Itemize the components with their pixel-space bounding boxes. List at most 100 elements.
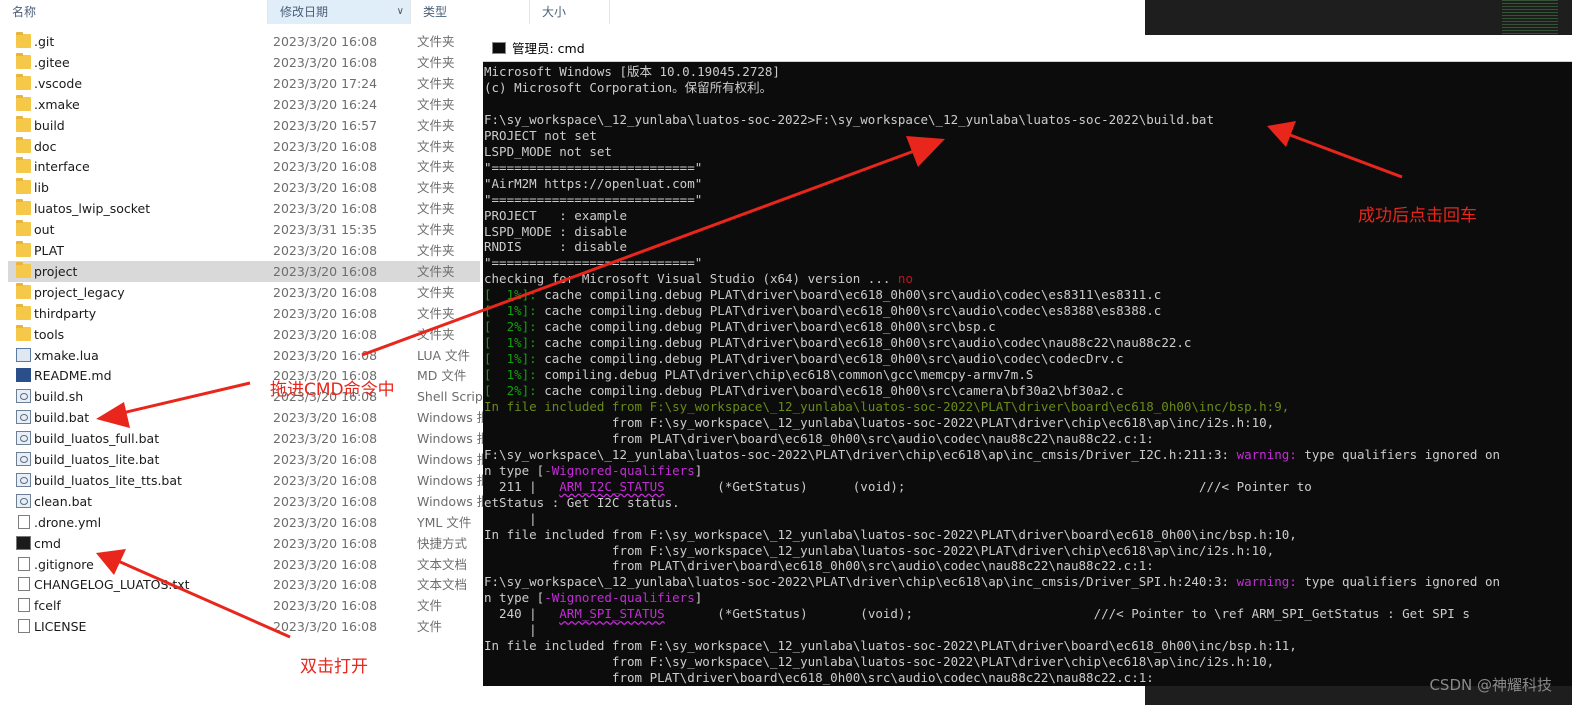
file-icon (18, 514, 30, 529)
console-line: checking for Microsoft Visual Studio (x6… (484, 271, 913, 287)
file-date: 2023/3/20 16:08 (273, 326, 378, 342)
file-row[interactable]: cmd 2023/3/20 16:08 快捷方式 (8, 533, 480, 554)
file-row[interactable]: luatos_lwip_socket 2023/3/20 16:08 文件夹 (8, 198, 480, 219)
file-date: 2023/3/20 16:08 (273, 347, 378, 363)
console-segment: F:\sy_workspace\_12_yunlaba\luatos-soc-2… (484, 446, 1237, 462)
file-name: .xmake (34, 96, 80, 112)
file-name: interface (34, 159, 90, 175)
file-type: 文件夹 (417, 284, 455, 300)
cmd-titlebar[interactable]: 管理员: cmd (483, 35, 1572, 62)
file-name: doc (34, 138, 57, 154)
console-segment: RNDIS : disable (484, 239, 627, 255)
file-row[interactable]: interface 2023/3/20 16:08 文件夹 (8, 156, 480, 177)
console-line: [ 1%]: compiling.debug PLAT\driver\chip\… (484, 367, 1033, 383)
console-line: In file included from F:\sy_workspace\_1… (484, 638, 1297, 654)
file-row[interactable]: clean.bat 2023/3/20 16:08 Windows 批 (8, 491, 489, 512)
folder-icon (16, 94, 31, 111)
console-line: PROJECT : example (484, 208, 627, 224)
folder-icon (16, 282, 31, 299)
column-type[interactable]: 类型 (411, 0, 530, 24)
console-line: etStatus : Get I2C status. (484, 495, 680, 511)
column-size[interactable]: 大小 (530, 0, 610, 24)
column-date[interactable]: 修改日期 ∨ (268, 0, 411, 24)
batch-file-icon (16, 410, 31, 425)
file-type: 文件夹 (417, 201, 455, 217)
file-row[interactable]: build.bat 2023/3/20 16:08 Windows 批 (8, 407, 489, 428)
console-segment: from F:\sy_workspace\_12_yunlaba\luatos-… (484, 542, 1275, 558)
file-type: 文件 (417, 598, 443, 614)
file-row[interactable]: README.md 2023/3/20 16:08 MD 文件 (8, 365, 480, 386)
folder-icon (16, 32, 31, 48)
file-row[interactable]: lib 2023/3/20 16:08 文件夹 (8, 177, 480, 198)
console-segment: from PLAT\driver\board\ec618_0h00\src\au… (484, 558, 1154, 574)
folder-icon (16, 136, 31, 153)
console-output[interactable]: Microsoft Windows [版本 10.0.19045.2728] (c… (483, 62, 1572, 686)
file-type: 文件夹 (417, 96, 455, 112)
console-segment: from F:\sy_workspace\_12_yunlaba\luatos-… (484, 654, 1275, 670)
file-row[interactable]: project_legacy 2023/3/20 16:08 文件夹 (8, 282, 480, 303)
file-date: 2023/3/20 16:08 (273, 535, 378, 551)
console-segment: F:\sy_workspace\_12_yunlaba\luatos-soc-2… (484, 111, 1214, 127)
column-header: 名称 修改日期 ∨ 类型 大小 (0, 0, 610, 24)
file-row[interactable]: .vscode 2023/3/20 17:24 文件夹 (8, 73, 480, 94)
file-row[interactable]: project 2023/3/20 16:08 文件夹 (8, 260, 480, 282)
file-name: build.bat (34, 410, 90, 426)
file-row[interactable]: build_luatos_lite_tts.bat 2023/3/20 16:08… (8, 470, 489, 491)
enter-annotation: 成功后点击回车 (1358, 206, 1477, 226)
text-file-icon (18, 577, 30, 592)
file-row[interactable]: .gitee 2023/3/20 16:08 文件夹 (8, 52, 480, 73)
file-row[interactable]: .gitignore 2023/3/20 16:08 文本文档 (8, 554, 480, 575)
file-row[interactable]: .xmake 2023/3/20 16:24 文件夹 (8, 94, 480, 115)
file-name: CHANGELOG_LUATOS.txt (34, 577, 190, 593)
console-line: "AirM2M https://openluat.com" (484, 176, 702, 192)
file-row[interactable]: fcelf 2023/3/20 16:08 文件 (8, 595, 480, 616)
file-row[interactable]: build 2023/3/20 16:57 文件夹 (8, 115, 480, 136)
console-segment: ] (694, 462, 703, 478)
file-type: Windows 批 (417, 452, 490, 467)
console-segment: 240 | (484, 606, 560, 622)
file-row[interactable]: xmake.lua 2023/3/20 16:08 LUA 文件 (8, 345, 480, 366)
file-row[interactable]: thirdparty 2023/3/20 16:08 文件夹 (8, 303, 480, 324)
file-date: 2023/3/20 16:08 (273, 472, 378, 488)
file-row[interactable]: build.sh 2023/3/20 16:08 Shell Script (8, 386, 488, 407)
console-segment: [ 2%]: (484, 319, 537, 335)
file-date: 2023/3/20 16:08 (273, 34, 378, 49)
console-line: In file included from F:\sy_workspace\_1… (484, 399, 1289, 415)
console-segment: ] (694, 590, 703, 606)
file-date: 2023/3/20 16:08 (273, 159, 378, 175)
file-row[interactable]: .git 2023/3/20 16:08 文件夹 (8, 31, 480, 52)
console-segment: [ 1%]: (484, 303, 537, 319)
file-date: 2023/3/20 16:08 (273, 305, 378, 321)
file-row[interactable]: build_luatos_full.bat 2023/3/20 16:08 Wind… (8, 428, 489, 449)
column-name[interactable]: 名称 (0, 0, 268, 24)
file-row[interactable]: .drone.yml 2023/3/20 16:08 YML 文件 (8, 512, 480, 533)
file-name: out (34, 222, 55, 238)
console-segment: n type [ (484, 590, 545, 606)
console-line: PROJECT not set (484, 128, 597, 144)
watermark: CSDN @神耀科技 (1429, 676, 1552, 694)
console-segment: cache compiling.debug PLAT\driver\board\… (536, 303, 1162, 319)
file-name: luatos_lwip_socket (34, 201, 151, 217)
console-segment: cache compiling.debug PLAT\driver\board\… (536, 383, 1124, 398)
console-line: from F:\sy_workspace\_12_yunlaba\luatos-… (484, 543, 1274, 559)
console-segment: [ 1%]: (484, 367, 537, 383)
file-row[interactable]: CHANGELOG_LUATOS.txt 2023/3/20 16:08 文本文档 (8, 574, 480, 595)
file-row[interactable]: doc 2023/3/20 16:08 文件夹 (8, 136, 480, 157)
file-row[interactable]: LICENSE 2023/3/20 16:08 文件 (8, 616, 480, 637)
file-row[interactable]: build_luatos_lite.bat 2023/3/20 16:08 Wind… (8, 449, 489, 470)
console-segment: | (484, 622, 537, 638)
cmd-window[interactable]: 管理员: cmd Microsoft Windows [版本 10.0.1904… (483, 35, 1572, 686)
batch-file-icon (16, 431, 31, 446)
file-row[interactable]: out 2023/3/31 15:35 文件夹 (8, 219, 480, 240)
file-type: 文件夹 (417, 180, 455, 196)
console-segment: warning: (1236, 446, 1297, 462)
file-row[interactable]: tools 2023/3/20 16:08 文件夹 (8, 324, 480, 345)
console-segment: cache compiling.debug PLAT\driver\board\… (536, 287, 1162, 303)
console-line: n type [-Wignored-qualifiers] (484, 590, 702, 606)
file-row[interactable]: PLAT 2023/3/20 16:08 文件夹 (8, 240, 480, 261)
console-segment: In file included from F:\sy_workspace\_1… (484, 526, 1297, 542)
file-name: PLAT (34, 243, 65, 258)
folder-icon (16, 157, 31, 174)
console-segment: etStatus : Get I2C status. (484, 494, 680, 510)
console-segment: [ 1%]: (484, 335, 537, 351)
